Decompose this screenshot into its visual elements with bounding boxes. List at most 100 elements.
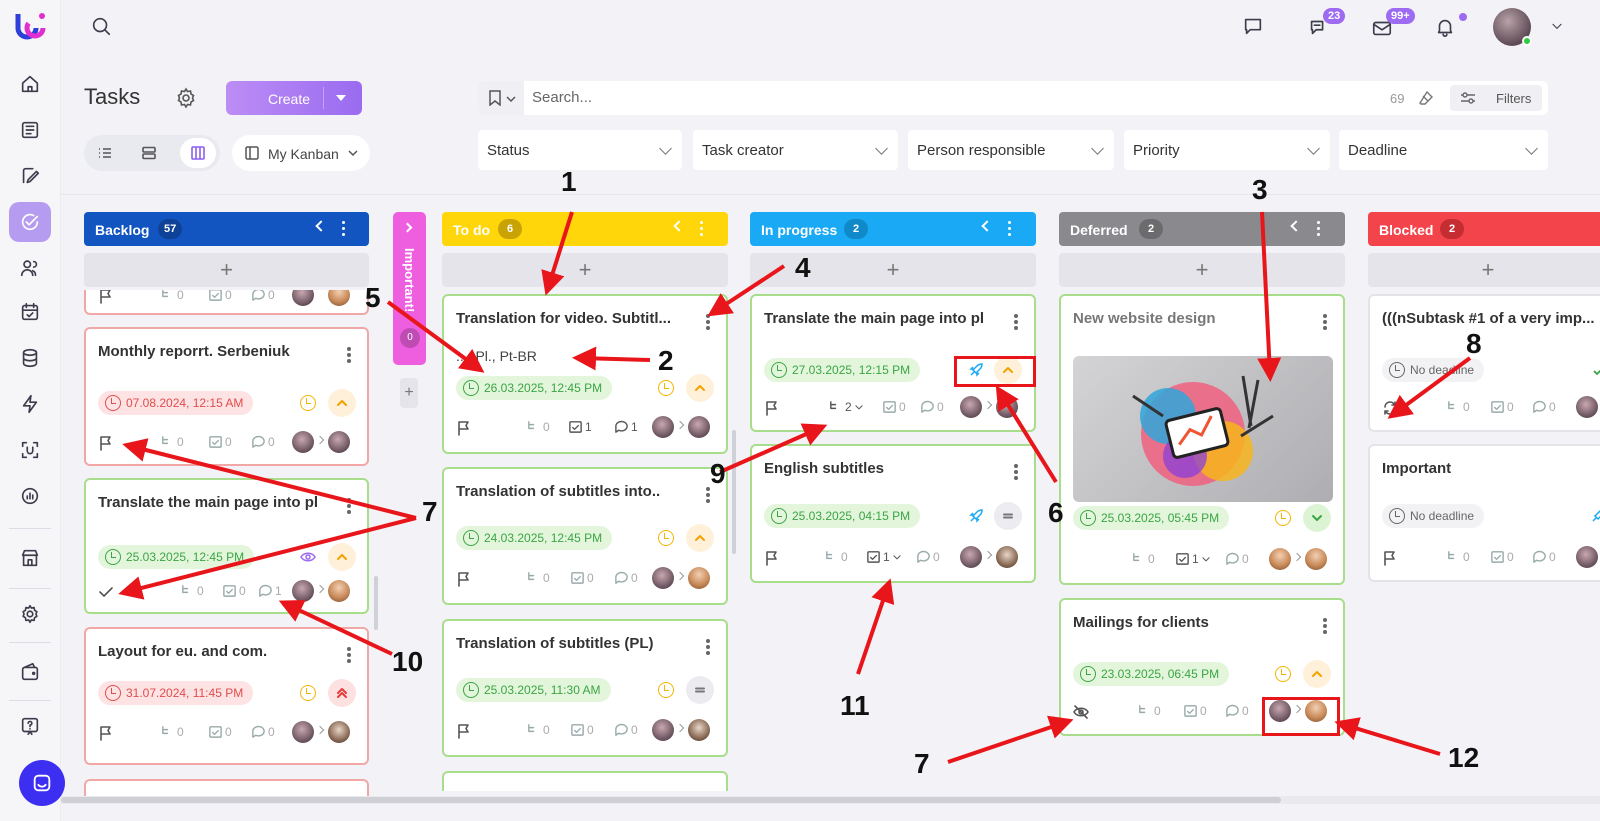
nav-scan[interactable] (9, 430, 51, 470)
task-card-partial[interactable]: 0 0 0 (84, 290, 369, 315)
creator-avatar[interactable] (960, 546, 982, 568)
column-header-todo[interactable]: To do 6 (442, 212, 728, 246)
eye-icon[interactable] (300, 550, 316, 564)
task-card[interactable]: Translation of subtitles into.. 24.03.20… (442, 467, 728, 605)
checklist-count[interactable]: 1 (568, 419, 592, 434)
task-cover-image[interactable] (1073, 356, 1333, 502)
nav-projects[interactable] (9, 156, 51, 196)
task-card-partial[interactable] (442, 771, 728, 791)
task-card[interactable]: English subtitles 25.03.2025, 04:15 PM 0… (750, 444, 1036, 583)
filter-task-creator[interactable]: Task creator (693, 130, 898, 170)
rows-view-button[interactable] (134, 138, 164, 168)
flag-icon[interactable] (98, 435, 114, 451)
column-header-deferred[interactable]: Deferred 2 (1059, 212, 1345, 246)
comments-count[interactable]: 1 (614, 419, 638, 434)
creator-avatar[interactable] (652, 416, 674, 438)
task-card[interactable]: Translation of subtitles (PL) 25.03.2025… (442, 619, 728, 757)
flag-icon[interactable] (764, 400, 780, 416)
kanban-board-select[interactable]: My Kanban (232, 135, 370, 171)
task-card[interactable]: Important No deadline 0 0 0 (1368, 444, 1600, 582)
deadline-badge[interactable]: 31.07.2024, 11:45 PM (98, 681, 254, 705)
card-menu-icon[interactable] (706, 314, 710, 330)
card-menu-icon[interactable] (347, 347, 351, 363)
priority-high-icon[interactable] (686, 524, 714, 552)
add-task-button-todo[interactable]: + (442, 253, 728, 287)
add-task-button-deferred[interactable]: + (1059, 253, 1345, 287)
deadline-badge[interactable]: 27.03.2025, 12:15 PM (764, 358, 921, 382)
task-card[interactable]: Translation for video. Subtitl... ..., P… (442, 294, 728, 454)
deadline-badge[interactable]: 07.08.2024, 12:15 AM (98, 391, 254, 415)
responsible-avatar[interactable] (996, 546, 1018, 568)
creator-avatar[interactable] (292, 290, 314, 306)
filter-status[interactable]: Status (478, 130, 682, 170)
column-collapsed-important[interactable]: Important! 0 (393, 212, 426, 365)
responsible-avatar[interactable] (1305, 548, 1327, 570)
column-menu-icon[interactable] (700, 221, 704, 237)
list-view-button[interactable] (90, 138, 120, 168)
responsible-avatar[interactable] (328, 721, 350, 743)
column-menu-icon[interactable] (1317, 221, 1321, 237)
flag-icon[interactable] (456, 723, 472, 739)
task-card[interactable]: New website design 25.03.2025, 05:45 PM … (1059, 294, 1345, 585)
eraser-icon[interactable] (1418, 90, 1434, 106)
responsible-avatar[interactable] (328, 290, 350, 306)
creator-avatar[interactable] (292, 721, 314, 743)
priority-critical-icon[interactable] (328, 679, 356, 707)
task-card[interactable]: Monthly reporrt. Serbeniuk 07.08.2024, 1… (84, 327, 369, 466)
flag-icon[interactable] (98, 725, 114, 741)
column-header-backlog[interactable]: Backlog 57 (84, 212, 369, 246)
card-menu-icon[interactable] (347, 647, 351, 663)
add-task-button-important[interactable]: + (400, 378, 418, 408)
filters-button[interactable]: Filters (1450, 85, 1542, 111)
column-header-blocked[interactable]: Blocked 2 (1368, 212, 1600, 246)
flag-icon[interactable] (1382, 550, 1398, 566)
collapse-left-icon[interactable] (1290, 220, 1302, 232)
notifications-button[interactable] (1433, 15, 1457, 39)
nav-database[interactable] (9, 338, 51, 378)
kanban-view-button[interactable] (180, 138, 216, 168)
support-chat-button[interactable] (19, 760, 65, 806)
priority-high-icon[interactable] (1303, 660, 1331, 688)
card-menu-icon[interactable] (1014, 314, 1018, 330)
backlog-scrollbar[interactable] (374, 576, 378, 630)
create-button[interactable]: Create (226, 81, 362, 115)
flag-icon[interactable] (764, 550, 780, 566)
nav-automation[interactable] (9, 384, 51, 424)
flag-icon[interactable] (456, 420, 472, 436)
creator-avatar[interactable] (1576, 396, 1598, 418)
filter-deadline[interactable]: Deadline (1339, 130, 1548, 170)
app-logo[interactable] (14, 10, 48, 44)
nav-wallet[interactable] (9, 652, 51, 692)
deadline-badge[interactable]: 25.03.2025, 05:45 PM (1073, 506, 1230, 530)
task-card[interactable]: Translate the main page into pl 25.03.20… (84, 478, 369, 614)
nav-reports[interactable] (9, 476, 51, 516)
nav-tasks[interactable] (9, 202, 51, 242)
nav-help[interactable] (9, 706, 51, 746)
creator-avatar[interactable] (1269, 548, 1291, 570)
recurring-icon[interactable] (1382, 400, 1398, 416)
checklist-count[interactable]: 1 (866, 549, 904, 564)
scrollbar-thumb[interactable] (61, 797, 1281, 803)
subtasks-count[interactable]: 2 (828, 399, 866, 414)
filter-person-responsible[interactable]: Person responsible (908, 130, 1114, 170)
rocket-icon[interactable] (1590, 508, 1600, 524)
priority-medium-icon[interactable] (686, 676, 714, 704)
responsible-avatar[interactable] (688, 567, 710, 589)
collapse-left-icon[interactable] (673, 220, 685, 232)
check-icon[interactable] (98, 584, 114, 600)
flag-icon[interactable] (98, 290, 114, 304)
global-search-button[interactable] (89, 14, 113, 38)
eye-off-icon[interactable] (1073, 704, 1089, 720)
task-card[interactable]: Layout for eu. and com. 31.07.2024, 11:4… (84, 627, 369, 765)
creator-avatar[interactable] (292, 431, 314, 453)
creator-avatar[interactable] (652, 567, 674, 589)
settings-gear-icon[interactable] (174, 86, 198, 110)
responsible-avatar[interactable] (328, 580, 350, 602)
caret-down-icon[interactable] (336, 95, 346, 101)
column-header-in-progress[interactable]: In progress 2 (750, 212, 1036, 246)
collapse-left-icon[interactable] (981, 220, 993, 232)
nav-users[interactable] (9, 248, 51, 288)
nav-settings[interactable] (9, 594, 51, 634)
saved-filters-button[interactable] (478, 81, 524, 115)
add-task-button-in-progress[interactable]: + (750, 253, 1036, 287)
